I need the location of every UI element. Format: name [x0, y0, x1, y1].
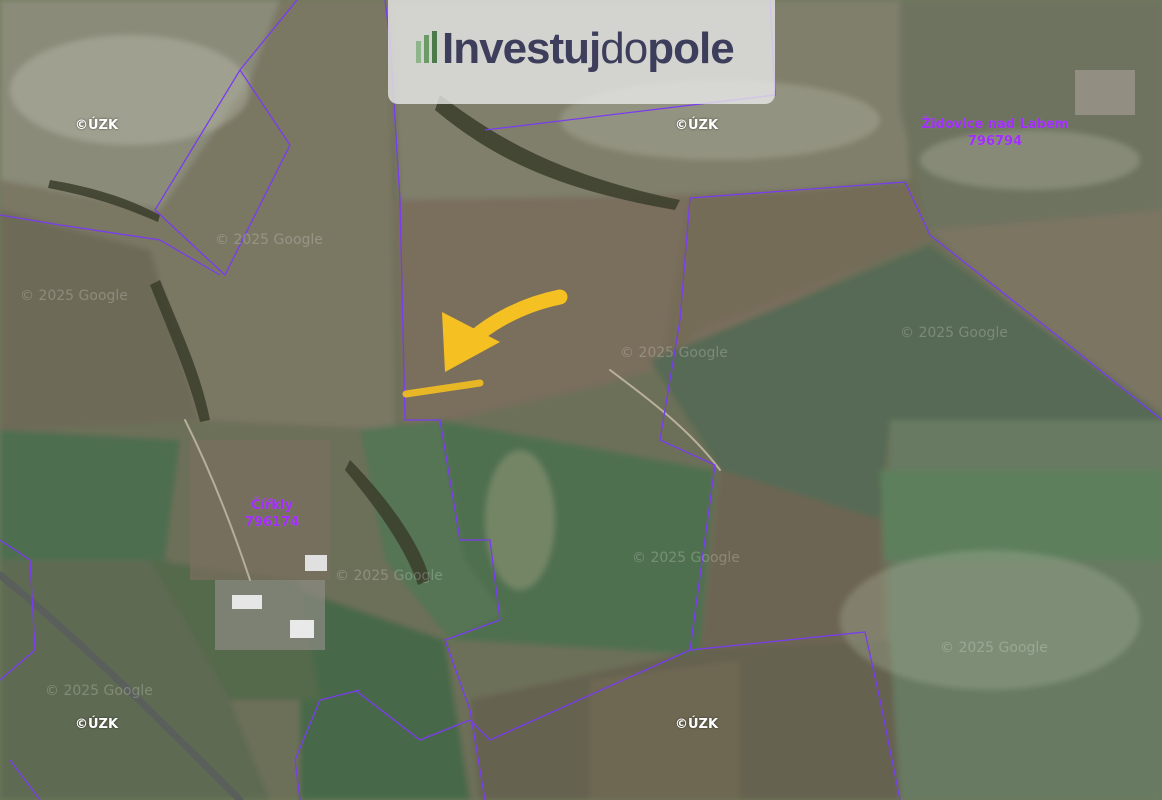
- cadastral-area-name: Židovice nad Labem: [921, 117, 1069, 132]
- cadastral-area-code: 796794: [967, 134, 1023, 149]
- cadastral-area-name: Čířkly: [251, 498, 293, 513]
- brand-suffix: pole: [647, 24, 734, 73]
- copyright-mark: ©ÚZK: [675, 118, 719, 133]
- map-watermark: © 2025 Google: [632, 550, 740, 566]
- map-watermark: © 2025 Google: [900, 325, 1008, 341]
- map-watermark: © 2025 Google: [940, 640, 1048, 656]
- brand-prefix: Investuj: [442, 24, 601, 73]
- cadastral-area-label[interactable]: Čířkly 796174: [222, 497, 322, 531]
- map-watermark: © 2025 Google: [20, 288, 128, 304]
- copyright-mark: ©ÚZK: [75, 717, 119, 732]
- map-watermark: © 2025 Google: [215, 232, 323, 248]
- copyright-mark: ©ÚZK: [675, 717, 719, 732]
- map-watermark: © 2025 Google: [620, 345, 728, 361]
- cadastral-area-label[interactable]: Židovice nad Labem 796794: [905, 116, 1085, 150]
- brand-logo-text: Investujdopole: [442, 24, 735, 74]
- copyright-mark: ©ÚZK: [75, 118, 119, 133]
- brand-logo-icon: [416, 31, 437, 63]
- cadastral-area-code: 796174: [244, 515, 300, 530]
- brand-middle: do: [600, 24, 648, 73]
- map-watermark: © 2025 Google: [335, 568, 443, 584]
- map-watermark: © 2025 Google: [45, 683, 153, 699]
